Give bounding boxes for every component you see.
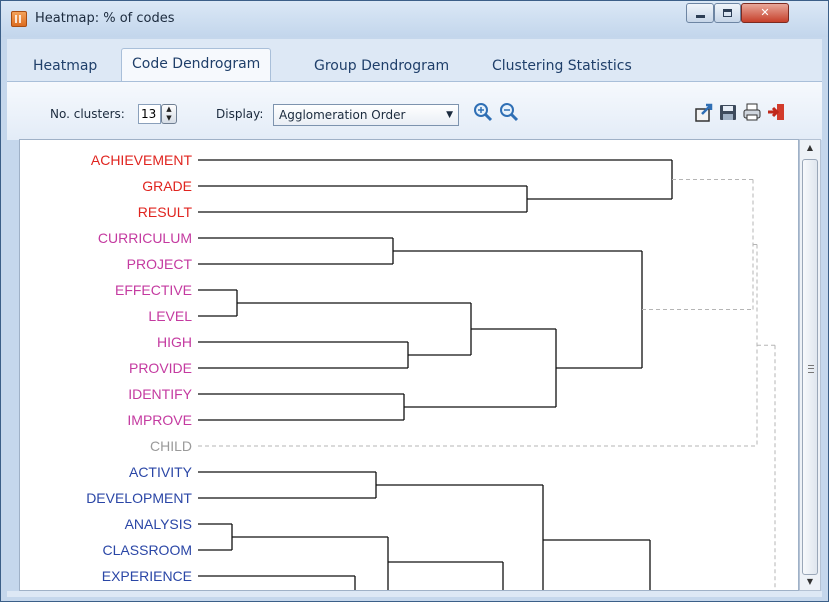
export-icon xyxy=(695,103,713,122)
scroll-down-icon[interactable]: ▼ xyxy=(800,574,820,590)
tab-group-dendrogram[interactable]: Group Dendrogram xyxy=(304,51,459,81)
scroll-up-icon[interactable]: ▲ xyxy=(800,140,820,156)
zoom-out-button[interactable] xyxy=(498,101,520,123)
exit-icon xyxy=(768,104,784,120)
dendrogram-label: CHILD xyxy=(150,438,192,454)
app-icon xyxy=(11,11,27,27)
vertical-scrollbar[interactable]: ▲ ▼ xyxy=(799,139,821,591)
clusters-label: No. clusters: xyxy=(50,107,125,121)
tab-heatmap[interactable]: Heatmap xyxy=(23,51,107,81)
print-icon xyxy=(743,103,761,121)
zoom-in-button[interactable] xyxy=(472,101,494,123)
dendrogram-label: GRADE xyxy=(142,178,192,194)
dendrogram-label: ACTIVITY xyxy=(129,464,193,480)
close-icon: ✕ xyxy=(760,6,770,19)
tab-strip: Heatmap Code Dendrogram Group Dendrogram… xyxy=(7,39,822,81)
window-title: Heatmap: % of codes xyxy=(35,11,175,26)
display-select-value: Agglomeration Order xyxy=(279,108,406,122)
dendrogram-label: EXPERIENCE xyxy=(102,568,192,584)
zoom-out-icon xyxy=(500,103,519,122)
scroll-thumb[interactable] xyxy=(802,159,818,575)
export-button[interactable] xyxy=(693,101,715,123)
chevron-down-icon: ▼ xyxy=(446,110,453,120)
display-select[interactable]: Agglomeration Order ▼ xyxy=(273,104,459,126)
clusters-spinner[interactable]: ▲ ▼ xyxy=(161,104,177,124)
dendrogram-label: CLASSROOM xyxy=(103,542,192,558)
code-dendrogram: ACHIEVEMENT GRADE RESULT CURRICULUM PROJECT E… xyxy=(86,152,776,590)
title-bar[interactable]: Heatmap: % of codes ✕ xyxy=(1,1,828,37)
dendrogram-label: IMPROVE xyxy=(127,412,192,428)
dendrogram-label: ACHIEVEMENT xyxy=(91,152,193,168)
minimize-button[interactable] xyxy=(686,3,714,23)
dendrogram-label: LEVEL xyxy=(148,308,192,324)
exit-button[interactable] xyxy=(765,101,787,123)
dendrogram-label: IDENTIFY xyxy=(128,386,192,402)
dendrogram-label: CURRICULUM xyxy=(98,230,192,246)
clusters-input[interactable]: 13 xyxy=(138,104,161,124)
app-window: Heatmap: % of codes ✕ Heatmap Code Dendr… xyxy=(0,0,829,602)
spin-up-icon[interactable]: ▲ xyxy=(162,105,176,114)
dendrogram-label: RESULT xyxy=(138,204,193,220)
grip-icon xyxy=(808,365,814,373)
close-button[interactable]: ✕ xyxy=(741,3,789,23)
dendrogram-label: PROJECT xyxy=(127,256,193,272)
dendrogram-label: EFFECTIVE xyxy=(115,282,192,298)
dendrogram-label: PROVIDE xyxy=(129,360,192,376)
save-icon xyxy=(720,105,736,120)
dendrogram-label: HIGH xyxy=(157,334,192,350)
dendrogram-label: DEVELOPMENT xyxy=(86,490,192,506)
display-label: Display: xyxy=(216,107,264,121)
tab-clustering-statistics[interactable]: Clustering Statistics xyxy=(482,51,642,81)
dendrogram-panel: ACHIEVEMENT GRADE RESULT CURRICULUM PROJECT E… xyxy=(19,139,799,591)
maximize-button[interactable] xyxy=(714,3,741,23)
window-bottom-border xyxy=(7,591,822,597)
zoom-in-icon xyxy=(474,103,493,122)
print-button[interactable] xyxy=(741,101,763,123)
save-button[interactable] xyxy=(717,101,739,123)
dendrogram-label: ANALYSIS xyxy=(125,516,192,532)
tab-code-dendrogram[interactable]: Code Dendrogram xyxy=(121,48,272,81)
spin-down-icon[interactable]: ▼ xyxy=(162,114,176,123)
toolbar: No. clusters: 13 ▲ ▼ Display: Agglomerat… xyxy=(7,81,822,140)
